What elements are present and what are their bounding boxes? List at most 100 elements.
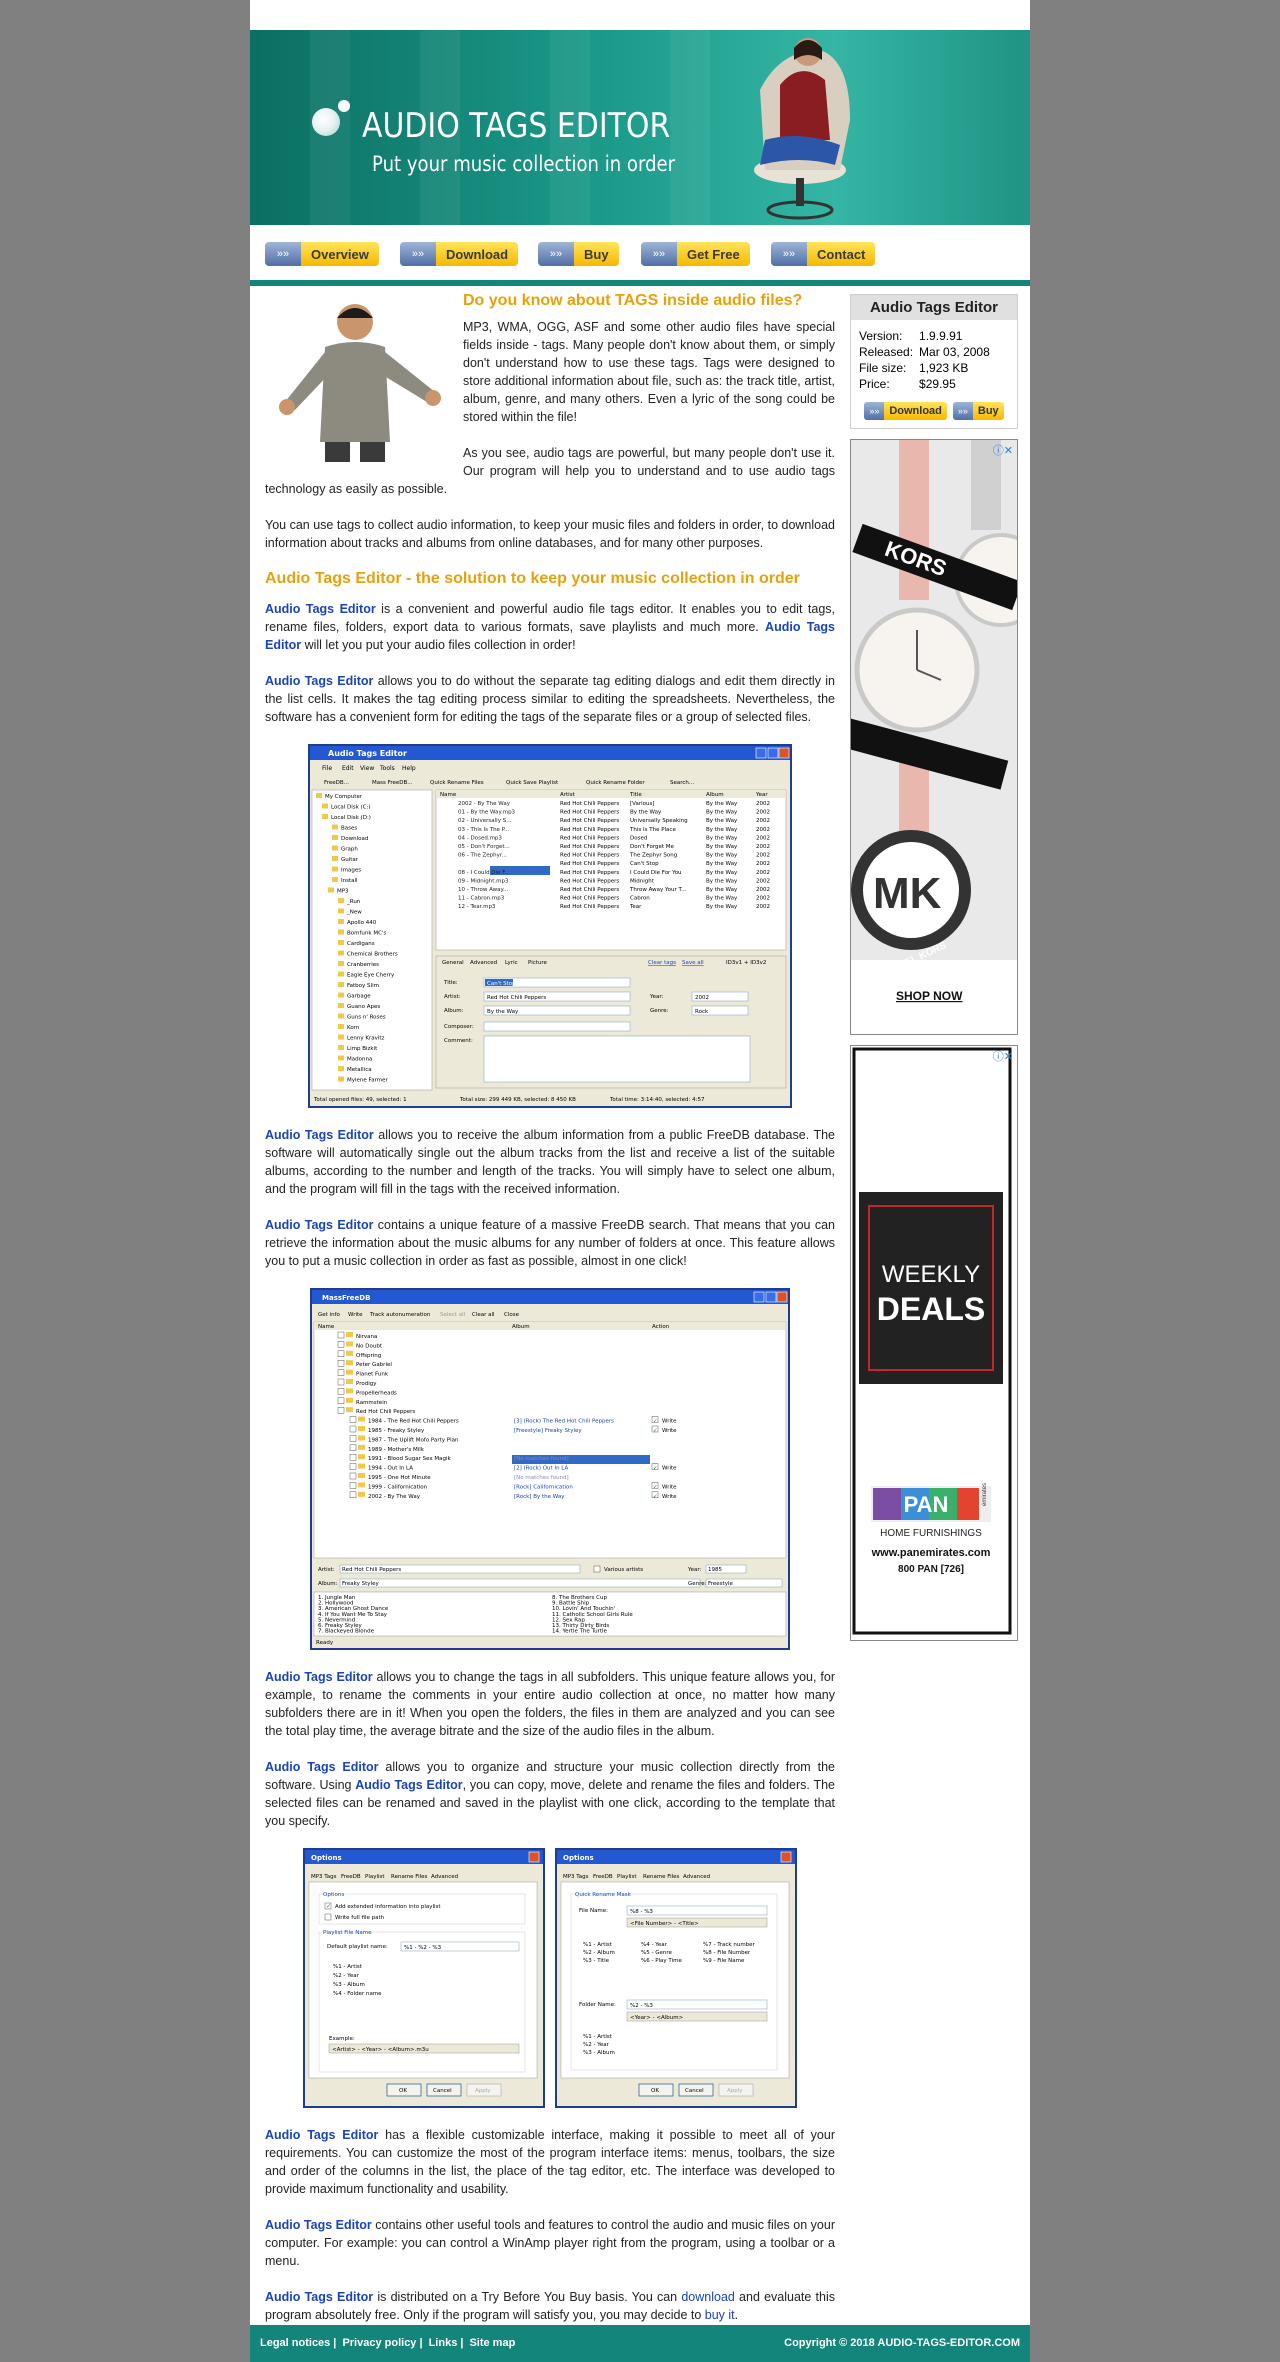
price-label: Price: bbox=[859, 377, 890, 391]
svg-text:1984 - The Red Hot Chili Peppe: 1984 - The Red Hot Chili Peppers bbox=[368, 1419, 459, 1425]
svg-text:Guns n' Roses: Guns n' Roses bbox=[347, 1015, 386, 1021]
nav-download[interactable]: »» Download bbox=[400, 242, 519, 266]
svg-text:Artist: Artist bbox=[560, 792, 576, 798]
svg-text:2002 - By The Way: 2002 - By The Way bbox=[458, 801, 511, 807]
svg-text:2002: 2002 bbox=[756, 853, 770, 859]
mass-freedb-screenshot: MassFreeDB Get info Write Track autonume… bbox=[310, 1288, 790, 1650]
svg-text:Write full file path: Write full file path bbox=[335, 1915, 385, 1921]
person-in-chair-image bbox=[754, 38, 850, 220]
svg-text:Quick Rename Files: Quick Rename Files bbox=[430, 780, 484, 786]
svg-text:Select all: Select all bbox=[440, 1312, 466, 1318]
svg-text:2002: 2002 bbox=[756, 835, 770, 841]
svg-text:Offspring: Offspring bbox=[356, 1353, 381, 1359]
svg-text:Quick Rename Mask: Quick Rename Mask bbox=[575, 1892, 632, 1898]
svg-text:Action: Action bbox=[652, 1324, 670, 1330]
svg-text:Red Hot Chili Peppers: Red Hot Chili Peppers bbox=[560, 878, 619, 884]
svg-text:Comment:: Comment: bbox=[444, 1038, 473, 1044]
page: AUDIO TAGS EDITOR Put your music collect… bbox=[250, 0, 1048, 2362]
buy-link[interactable]: buy it bbox=[705, 2308, 735, 2322]
svg-text:By the Way: By the Way bbox=[706, 810, 738, 816]
sidebar-download-button[interactable]: »» Download bbox=[864, 402, 947, 420]
filesize-label: File size: bbox=[859, 361, 907, 375]
svg-text:Cancel: Cancel bbox=[433, 2088, 452, 2094]
svg-text:%6 - Play Time: %6 - Play Time bbox=[641, 1958, 683, 1964]
svg-text:2002: 2002 bbox=[756, 861, 770, 867]
svg-text:[Various]: [Various] bbox=[630, 801, 655, 807]
nav-overview[interactable]: »» Overview bbox=[265, 242, 379, 266]
nav-contact[interactable]: »» Contact bbox=[771, 242, 876, 266]
divider-bar bbox=[250, 280, 1030, 286]
nav-label: Download bbox=[436, 242, 519, 266]
legal-notices-link[interactable]: Legal notices bbox=[260, 2337, 330, 2349]
svg-text:www.panemirates.com: www.panemirates.com bbox=[871, 1547, 991, 1559]
svg-text:Track autonumeration: Track autonumeration bbox=[369, 1312, 431, 1318]
svg-text:14. Yertle The Turtle: 14. Yertle The Turtle bbox=[552, 1629, 608, 1635]
svg-text:By the Way: By the Way bbox=[706, 861, 738, 867]
svg-text:OK: OK bbox=[651, 2088, 659, 2094]
svg-text:2002: 2002 bbox=[756, 844, 770, 850]
adchoices-icon[interactable]: ⓘ✕ bbox=[993, 442, 1013, 458]
watch-advertisement[interactable]: ⓘ✕ KORS MK MICHAEL KORS SHOP NOW bbox=[826, 439, 1048, 1035]
paragraph-interface: Audio Tags Editor has a flexible customi… bbox=[265, 2126, 835, 2198]
nav-buy[interactable]: »» Buy bbox=[538, 242, 619, 266]
svg-text:Album:: Album: bbox=[318, 1581, 338, 1587]
nav-get-free[interactable]: »» Get Free bbox=[641, 242, 750, 266]
svg-text:Album:: Album: bbox=[444, 1008, 464, 1014]
svg-text:Limp Bizkit: Limp Bizkit bbox=[347, 1046, 378, 1052]
links-link[interactable]: Links bbox=[429, 2337, 458, 2349]
svg-text:Advanced: Advanced bbox=[470, 960, 497, 966]
pan-emirates-advertisement[interactable]: ⓘ✕ WEEKLY DEALS PAN emirates HOME FURNIS… bbox=[850, 1045, 1018, 1641]
banner-subtitle: Put your music collection in order bbox=[372, 152, 676, 176]
svg-text:Options: Options bbox=[563, 1854, 594, 1862]
footer-links: Legal notices | Privacy policy | Links | Si… bbox=[260, 2337, 516, 2349]
svg-text:Fatboy Slim: Fatboy Slim bbox=[347, 983, 379, 989]
svg-text:%3 - Album: %3 - Album bbox=[333, 1982, 365, 1988]
svg-text:%8 - %3: %8 - %3 bbox=[630, 1909, 653, 1915]
svg-text:%9 - File Name: %9 - File Name bbox=[703, 1958, 745, 1964]
svg-text:%4 - Year: %4 - Year bbox=[641, 1942, 668, 1948]
options-rename-screenshot: Options MP3 Tags FreeDB Playlist Rename … bbox=[555, 1848, 797, 2108]
svg-text:Artist:: Artist: bbox=[318, 1567, 335, 1573]
svg-text:Local Disk (D:): Local Disk (D:) bbox=[331, 815, 371, 821]
svg-text:Mylene Farmer: Mylene Farmer bbox=[347, 1078, 388, 1084]
site-map-link[interactable]: Site map bbox=[469, 2337, 515, 2349]
svg-text:By the Way: By the Way bbox=[706, 818, 738, 824]
svg-text:✓: ✓ bbox=[653, 1428, 658, 1434]
svg-text:Help: Help bbox=[402, 765, 416, 772]
svg-text:Rename Files: Rename Files bbox=[391, 1874, 428, 1880]
svg-text:By the Way: By the Way bbox=[706, 904, 738, 910]
svg-text:Apply: Apply bbox=[727, 2088, 743, 2094]
privacy-policy-link[interactable]: Privacy policy bbox=[342, 2337, 416, 2349]
sidebar-buy-button[interactable]: »» Buy bbox=[952, 402, 1004, 420]
svg-text:Clear all: Clear all bbox=[472, 1312, 495, 1318]
svg-text:1999 - Californication: 1999 - Californication bbox=[368, 1484, 428, 1490]
svg-text:2002: 2002 bbox=[756, 896, 770, 902]
download-link[interactable]: download bbox=[681, 2290, 735, 2304]
svg-text:%2 - %3: %2 - %3 bbox=[630, 2003, 653, 2009]
double-arrow-icon: »» bbox=[952, 402, 973, 420]
text: is distributed on a Try Before You Buy b… bbox=[373, 2290, 682, 2304]
svg-text:1991 - Blood Sugar Sex Magik: 1991 - Blood Sugar Sex Magik bbox=[368, 1456, 452, 1462]
svg-text:<File Number> - <Title>: <File Number> - <Title> bbox=[630, 1921, 699, 1927]
svg-text:%3 - Title: %3 - Title bbox=[583, 1958, 610, 1964]
paragraph-freedb: Audio Tags Editor allows you to receive … bbox=[265, 1126, 835, 1198]
adchoices-icon[interactable]: ⓘ✕ bbox=[993, 1048, 1013, 1064]
svg-text:Midnight: Midnight bbox=[630, 878, 655, 884]
svg-text:Album: Album bbox=[512, 1324, 530, 1330]
svg-text:By the Way: By the Way bbox=[706, 853, 738, 859]
product-name: Audio Tags Editor bbox=[265, 1760, 379, 1774]
svg-text:Title:: Title: bbox=[443, 980, 458, 986]
svg-text:Mass FreeDB...: Mass FreeDB... bbox=[372, 780, 413, 786]
svg-text:Name: Name bbox=[318, 1324, 335, 1330]
svg-text:2002: 2002 bbox=[756, 818, 770, 824]
svg-text:Get info: Get info bbox=[318, 1312, 341, 1318]
svg-text:%7 - Track number: %7 - Track number bbox=[703, 1942, 756, 1948]
svg-text:Local Disk (C:): Local Disk (C:) bbox=[331, 805, 371, 811]
svg-text:2002: 2002 bbox=[756, 827, 770, 833]
svg-text:Tear: Tear bbox=[629, 904, 642, 910]
svg-text:02 - Universally S...: 02 - Universally S... bbox=[458, 818, 512, 824]
svg-text:[No matches found]: [No matches found] bbox=[514, 1475, 569, 1481]
pan-ad-image: WEEKLY DEALS PAN emirates HOME FURNISHIN… bbox=[852, 1047, 1012, 1635]
svg-text:Metallica: Metallica bbox=[347, 1067, 372, 1073]
svg-text:Red Hot Chili Peppers: Red Hot Chili Peppers bbox=[560, 827, 619, 833]
